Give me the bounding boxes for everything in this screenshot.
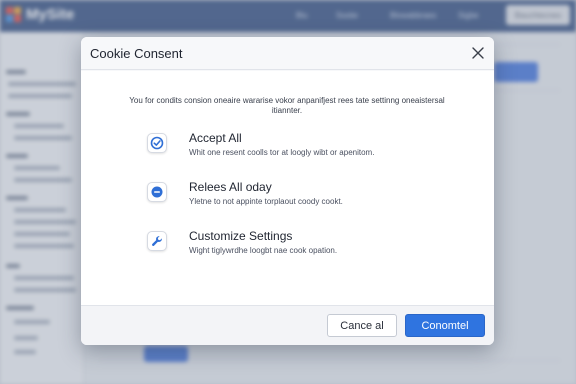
cookie-check-icon (147, 133, 167, 153)
option-title: Relees All oday (189, 180, 272, 194)
option-title: Customize Settings (189, 229, 293, 243)
option-accept-all[interactable]: Accept All Whit one resent coolls tor at… (145, 131, 445, 169)
cookie-consent-dialog: Cookie Consent You for condits consion o… (81, 37, 494, 345)
confirm-button[interactable]: Conomtel (405, 314, 485, 337)
cookie-reject-icon (147, 182, 167, 202)
dialog-footer: Cance al Conomtel (81, 305, 494, 345)
dialog-title: Cookie Consent (90, 46, 183, 61)
cancel-button[interactable]: Cance al (327, 314, 397, 337)
option-description: Wight tiglywrdhe loogbt nae cook opation… (189, 246, 338, 255)
option-description: Whit one resent coolls tor at loogly wib… (189, 148, 375, 157)
option-title: Accept All (189, 131, 242, 145)
close-button[interactable] (470, 45, 486, 61)
settings-wrench-icon (147, 231, 167, 251)
close-icon (472, 47, 484, 59)
option-reject-all[interactable]: Relees All oday Yletne to not appinte to… (145, 180, 445, 218)
dialog-intro-text: You for condits consion oneaire wararise… (129, 96, 445, 115)
dialog-header: Cookie Consent (81, 37, 494, 70)
option-customize-settings[interactable]: Customize Settings Wight tiglywrdhe loog… (145, 229, 445, 267)
option-description: Yletne to not appinte torplaout coody co… (189, 197, 343, 206)
